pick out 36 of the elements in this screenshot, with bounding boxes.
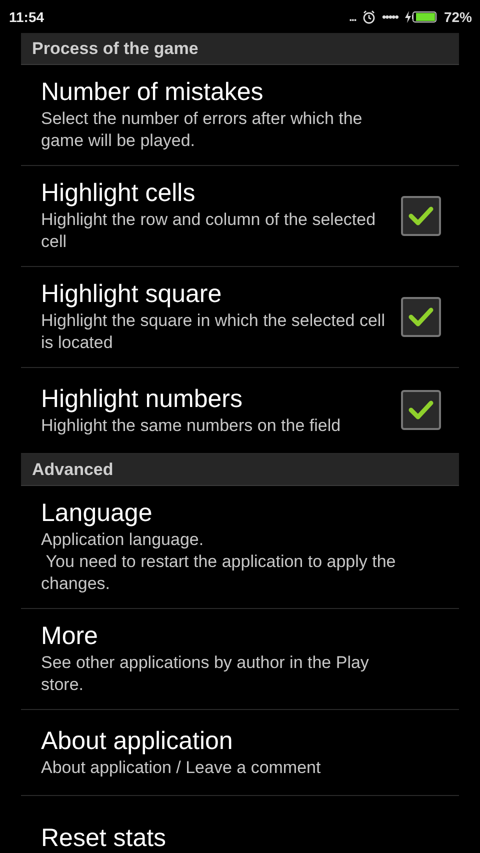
- item-title: Highlight cells: [41, 178, 196, 209]
- checkbox[interactable]: [401, 296, 441, 336]
- item-summary: Highlight the same numbers on the field: [41, 414, 342, 436]
- notification-dots: ...: [348, 10, 356, 24]
- item-summary: About application / Leave a comment: [41, 756, 322, 778]
- item-title: About application: [41, 726, 234, 756]
- item-summary: Highlight the row and column of the selected cell: [41, 209, 377, 253]
- battery-percent: 72%: [444, 8, 472, 24]
- item-title: More: [41, 621, 99, 652]
- item-summary: Highlight the square in which the selected cell is located: [41, 310, 386, 354]
- checkbox[interactable]: [401, 390, 441, 430]
- settings-item[interactable]: Highlight cells Highlight the row and column of the selected cell: [21, 166, 459, 267]
- check-icon: [408, 399, 434, 421]
- settings-item[interactable]: Highlight square Highlight the square in which the selected cell is located: [21, 267, 459, 368]
- item-summary: See other applications by author in the Play store.: [41, 652, 370, 696]
- section-title: Advanced: [32, 460, 114, 480]
- settings-item[interactable]: More See other applications by author in the Play store.: [21, 609, 459, 710]
- check-icon: [408, 306, 434, 328]
- alarm-icon: [362, 10, 376, 24]
- item-title: Highlight square: [41, 279, 223, 310]
- item-title: Highlight numbers: [41, 384, 244, 414]
- settings-item[interactable]: About application About application / Leave a comment: [21, 710, 459, 796]
- settings-item[interactable]: Reset stats: [21, 796, 459, 853]
- check-icon: [408, 204, 434, 226]
- battery-charging-icon: [404, 10, 438, 24]
- item-title: Number of mistakes: [41, 77, 264, 108]
- settings-item[interactable]: Number of mistakes Select the number of errors after which the game will be played.: [21, 65, 459, 166]
- section-title: Process of the game: [32, 38, 198, 58]
- checkbox[interactable]: [401, 196, 441, 236]
- item-summary: Application language. You need to restart the application to apply the changes.: [41, 529, 397, 595]
- item-summary: Select the number of errors after which the game will be played.: [41, 108, 364, 152]
- settings-item[interactable]: Language Application language. You need to restart the application to apply the changes.: [21, 486, 459, 609]
- item-title: Reset stats: [41, 822, 168, 853]
- signal-dots: •••••: [382, 10, 398, 24]
- clock: 11:54: [9, 8, 44, 24]
- item-title: Language: [41, 498, 154, 529]
